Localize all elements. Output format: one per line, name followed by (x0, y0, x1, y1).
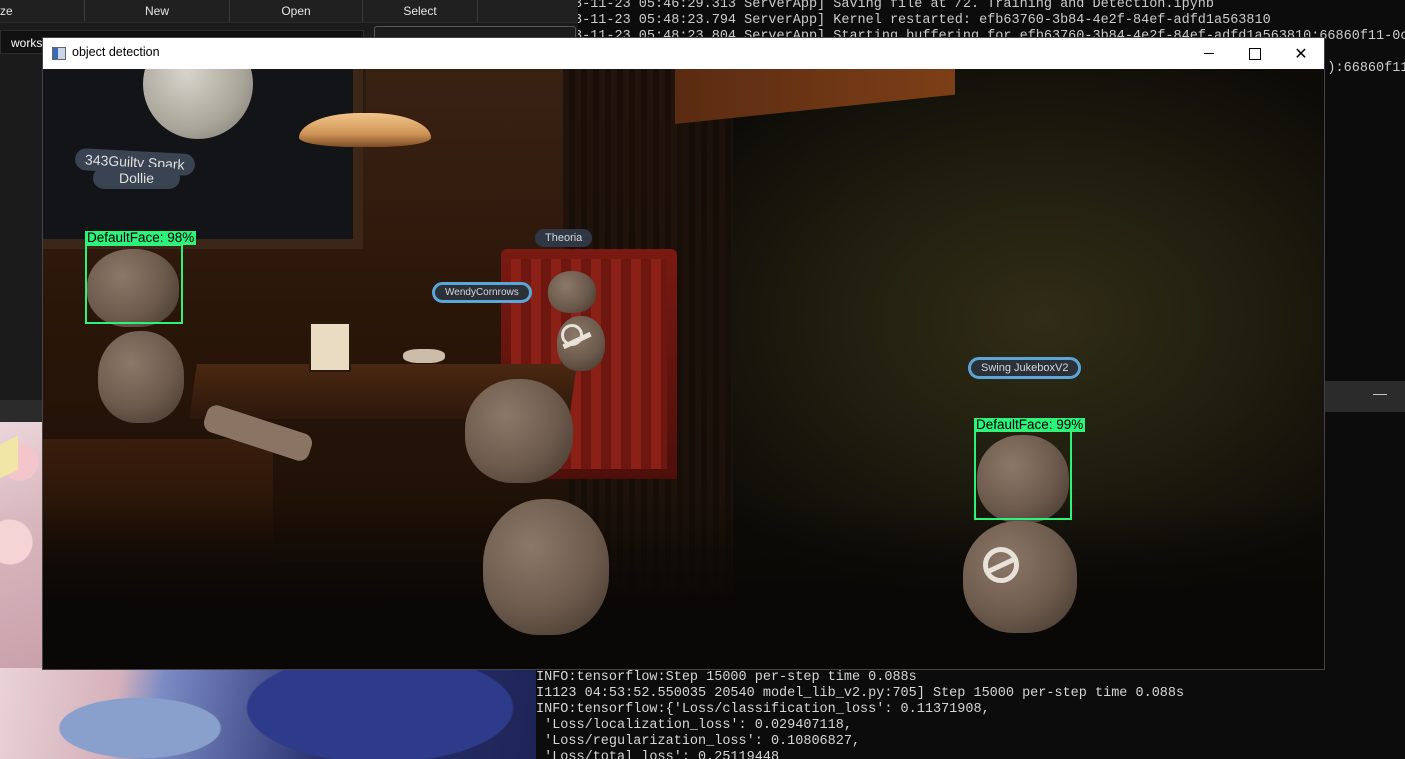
detection-label: DefaultFace: 99% (974, 417, 1086, 432)
no-sign-icon (983, 547, 1019, 583)
terminal-output-bottom: INFO:tensorflow:Step 15000 per-step time… (536, 670, 1185, 759)
scene-menu-card (309, 322, 351, 372)
detection-video-frame: 343Guilty Spark Dollie Theoria WendyCorn… (43, 69, 1324, 669)
nametag-theoria: Theoria (535, 229, 593, 247)
window-titlebar[interactable]: object detection ✕ (43, 38, 1324, 69)
avatar-body-center (483, 499, 609, 635)
avatar-head-center (465, 379, 573, 483)
scene-cake (403, 349, 445, 363)
explorer-ribbon: ze New Open Select (0, 0, 578, 23)
detection-label: DefaultFace: 98% (85, 230, 197, 245)
desktop-wallpaper-bottom (0, 668, 536, 759)
close-button[interactable]: ✕ (1278, 38, 1324, 69)
nametag-wendy: WendyCornrows (432, 282, 532, 303)
detection-box (974, 430, 1072, 520)
minimize-icon[interactable]: — (1373, 385, 1387, 401)
app-icon (52, 47, 66, 60)
minimize-button[interactable] (1186, 38, 1232, 69)
terminal-titlebar-fragment: — (1322, 381, 1405, 412)
detection-box (85, 244, 183, 324)
close-icon: ✕ (1294, 45, 1308, 63)
minimize-icon (1204, 53, 1214, 54)
desktop-wallpaper-left (0, 422, 43, 672)
avatar-head-theoria (548, 271, 596, 313)
window-title: object detection (72, 45, 160, 59)
ribbon-select[interactable]: Select (363, 0, 478, 22)
nametag-jukebox: Swing JukeboxV2 (968, 357, 1082, 379)
scene-lamp-cord (363, 69, 366, 115)
terminal-window-bottom[interactable]: INFO:tensorflow:Step 15000 per-step time… (536, 668, 1405, 759)
avatar-body-right (963, 521, 1077, 633)
wallpaper-detail (0, 435, 18, 479)
nametag-dollie: Dollie (93, 167, 181, 189)
maximize-button[interactable] (1232, 38, 1278, 69)
explorer-status-strip (0, 400, 43, 422)
no-sign-icon (561, 324, 583, 346)
object-detection-window[interactable]: object detection ✕ 343Guilty Spark Dolli… (43, 38, 1324, 669)
scene-floor (43, 499, 1324, 669)
ribbon-size[interactable]: ze (0, 0, 85, 22)
maximize-icon (1249, 47, 1261, 60)
ribbon-new[interactable]: New (85, 0, 230, 22)
ribbon-open[interactable]: Open (230, 0, 363, 22)
avatar-body-left (98, 331, 184, 423)
